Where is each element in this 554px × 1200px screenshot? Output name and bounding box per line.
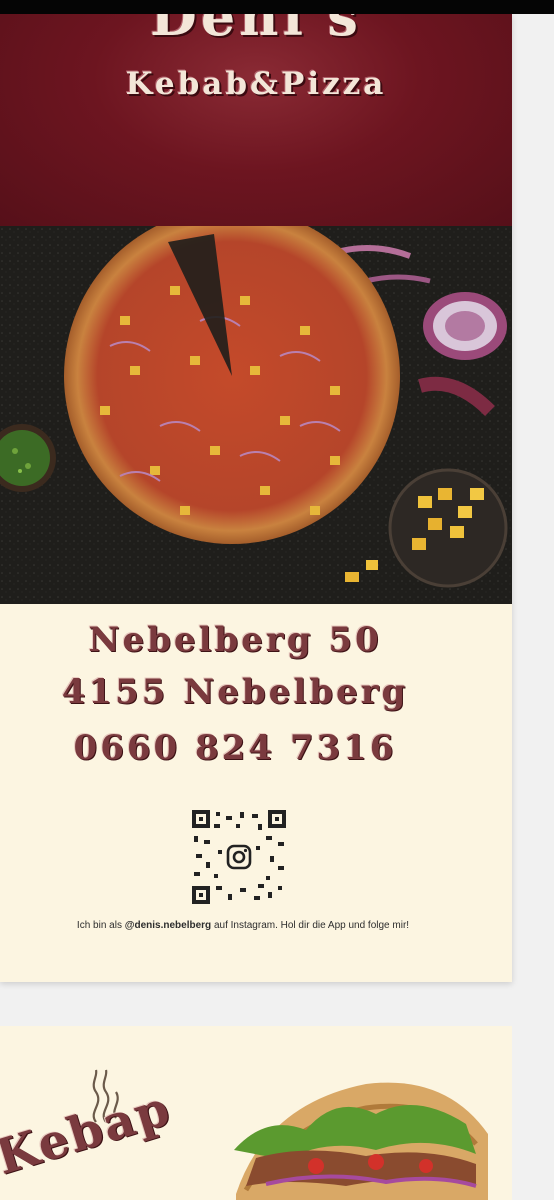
- instagram-qr-code[interactable]: [192, 810, 286, 904]
- street-address: Nebelberg 50: [88, 620, 382, 660]
- phone-number[interactable]: 0660 824 7316: [0, 728, 470, 768]
- caption-suffix: auf Instagram. Hol dir die App und folge…: [211, 920, 410, 931]
- brand-name: Deni's: [150, 14, 362, 48]
- contact-info: Nebelberg 50 4155 Nebelberg 0660 824 731…: [0, 604, 512, 982]
- header: Deni's Kebab&Pizza: [0, 14, 512, 226]
- kebab-photo: [234, 1082, 488, 1200]
- caption-prefix: Ich bin als: [76, 920, 125, 931]
- instagram-handle[interactable]: @denis.nebelberg: [125, 920, 211, 931]
- status-bar: [0, 0, 554, 14]
- flyer-page: Deni's Kebab&Pizza Nebelberg 50 4155 Neb…: [0, 14, 512, 982]
- brand-subtitle: Kebab&Pizza: [125, 66, 387, 102]
- instagram-caption: Ich bin als @denis.nebelberg auf Instagr…: [0, 920, 486, 931]
- instagram-icon: [226, 844, 252, 870]
- kebap-page: Kebap: [0, 1026, 512, 1200]
- pizza-photo: [0, 226, 512, 604]
- city-address: 4155 Nebelberg: [61, 672, 409, 712]
